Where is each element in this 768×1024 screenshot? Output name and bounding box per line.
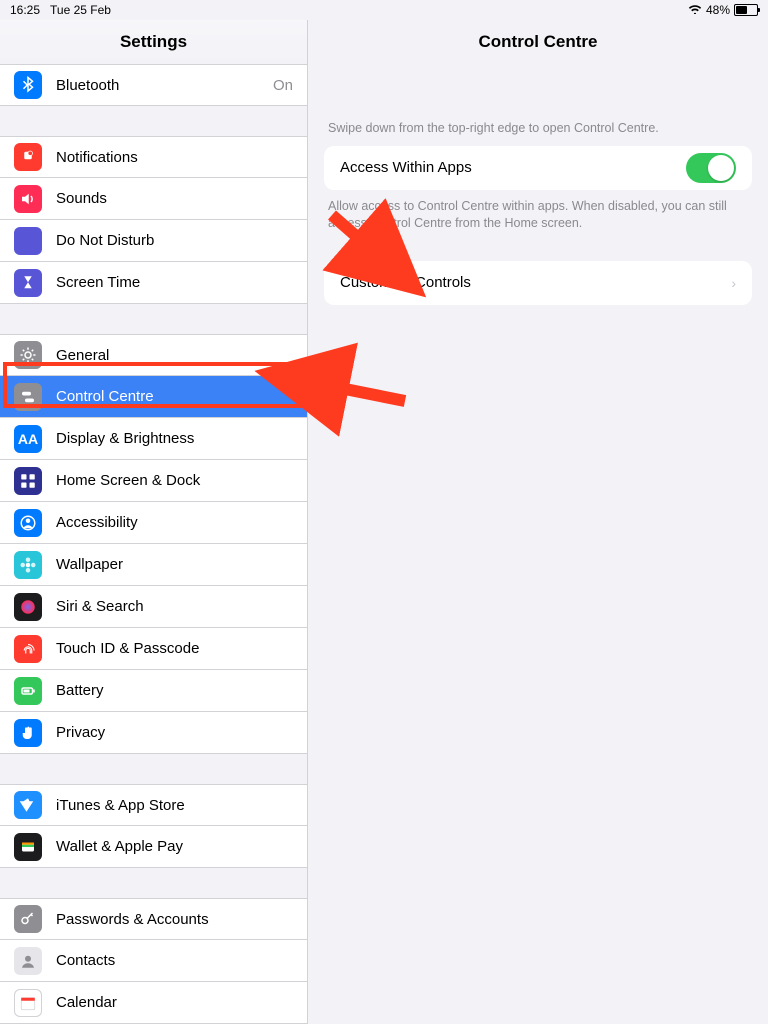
passwords-icon: [14, 905, 42, 933]
sidebar-item-label: Passwords & Accounts: [56, 911, 293, 928]
sidebar-item-label: Notifications: [56, 149, 293, 166]
status-time: 16:25: [10, 3, 40, 17]
sidebar-item-label: Accessibility: [56, 514, 293, 531]
sidebar-item-touchid[interactable]: Touch ID & Passcode: [0, 628, 307, 670]
sidebar-item-label: iTunes & App Store: [56, 797, 293, 814]
battery-icon: [14, 677, 42, 705]
wifi-icon: [688, 3, 702, 17]
customise-controls-row[interactable]: Customise Controls ›: [324, 261, 752, 305]
sidebar-item-homescreen[interactable]: Home Screen & Dock: [0, 460, 307, 502]
notifications-icon: [14, 143, 42, 171]
sidebar-item-battery[interactable]: Battery: [0, 670, 307, 712]
battery-icon: [734, 4, 758, 16]
access-within-apps-row[interactable]: Access Within Apps: [324, 146, 752, 190]
sidebar-item-label: Battery: [56, 682, 293, 699]
itunes-icon: [14, 791, 42, 819]
access-toggle[interactable]: [686, 153, 736, 183]
screentime-icon: [14, 269, 42, 297]
status-bar: 16:25 Tue 25 Feb 48%: [0, 0, 768, 20]
battery-percent: 48%: [706, 3, 730, 17]
siri-icon: [14, 593, 42, 621]
touchid-icon: [14, 635, 42, 663]
controlcentre-icon: [14, 383, 42, 411]
sidebar-item-label: Wallpaper: [56, 556, 293, 573]
sidebar-item-siri[interactable]: Siri & Search: [0, 586, 307, 628]
access-label: Access Within Apps: [340, 159, 686, 176]
sidebar-item-bluetooth[interactable]: BluetoothOn: [0, 64, 307, 106]
calendar-icon: [14, 989, 42, 1017]
dnd-icon: [14, 227, 42, 255]
sidebar-item-label: Touch ID & Passcode: [56, 640, 293, 657]
sidebar-item-itunes[interactable]: iTunes & App Store: [0, 784, 307, 826]
sidebar-item-value: On: [273, 77, 293, 94]
sidebar-item-label: General: [56, 347, 293, 364]
sidebar-item-label: Sounds: [56, 190, 293, 207]
wallet-icon: [14, 833, 42, 861]
chevron-right-icon: ›: [731, 275, 736, 291]
sidebar-item-label: Do Not Disturb: [56, 232, 293, 249]
sidebar-item-wallet[interactable]: Wallet & Apple Pay: [0, 826, 307, 868]
sidebar-item-accessibility[interactable]: Accessibility: [0, 502, 307, 544]
general-icon: [14, 341, 42, 369]
sidebar-item-label: Siri & Search: [56, 598, 293, 615]
status-date: Tue 25 Feb: [50, 3, 111, 17]
sidebar-item-label: Screen Time: [56, 274, 293, 291]
detail-title: Control Centre: [308, 20, 768, 64]
wallpaper-icon: [14, 551, 42, 579]
sidebar-item-privacy[interactable]: Privacy: [0, 712, 307, 754]
sidebar-item-label: Contacts: [56, 952, 293, 969]
sidebar-title: Settings: [0, 20, 307, 64]
sidebar-item-screentime[interactable]: Screen Time: [0, 262, 307, 304]
detail-pane: Control Centre Swipe down from the top-r…: [308, 20, 768, 1024]
sidebar-item-label: Control Centre: [56, 388, 293, 405]
accessibility-icon: [14, 509, 42, 537]
settings-sidebar: Settings BluetoothOn Notifications Sounds D…: [0, 20, 308, 1024]
sidebar-item-contacts[interactable]: Contacts: [0, 940, 307, 982]
sidebar-item-label: Home Screen & Dock: [56, 472, 293, 489]
sidebar-item-sounds[interactable]: Sounds: [0, 178, 307, 220]
sidebar-item-wallpaper[interactable]: Wallpaper: [0, 544, 307, 586]
sidebar-item-calendar[interactable]: Calendar: [0, 982, 307, 1024]
display-icon: AA: [14, 425, 42, 453]
sidebar-item-label: Privacy: [56, 724, 293, 741]
bluetooth-icon: [14, 71, 42, 99]
sidebar-item-display[interactable]: AA Display & Brightness: [0, 418, 307, 460]
sidebar-item-label: Bluetooth: [56, 77, 273, 94]
privacy-icon: [14, 719, 42, 747]
hint-top: Swipe down from the top-right edge to op…: [308, 112, 768, 146]
sounds-icon: [14, 185, 42, 213]
customise-label: Customise Controls: [340, 274, 725, 291]
sidebar-item-controlcentre[interactable]: Control Centre: [0, 376, 307, 418]
sidebar-item-label: Calendar: [56, 994, 293, 1011]
contacts-icon: [14, 947, 42, 975]
homescreen-icon: [14, 467, 42, 495]
sidebar-item-label: Wallet & Apple Pay: [56, 838, 293, 855]
sidebar-item-label: Display & Brightness: [56, 430, 293, 447]
sidebar-item-general[interactable]: General: [0, 334, 307, 376]
sidebar-item-notifications[interactable]: Notifications: [0, 136, 307, 178]
sidebar-item-dnd[interactable]: Do Not Disturb: [0, 220, 307, 262]
hint-mid: Allow access to Control Centre within ap…: [308, 190, 768, 241]
sidebar-item-passwords[interactable]: Passwords & Accounts: [0, 898, 307, 940]
